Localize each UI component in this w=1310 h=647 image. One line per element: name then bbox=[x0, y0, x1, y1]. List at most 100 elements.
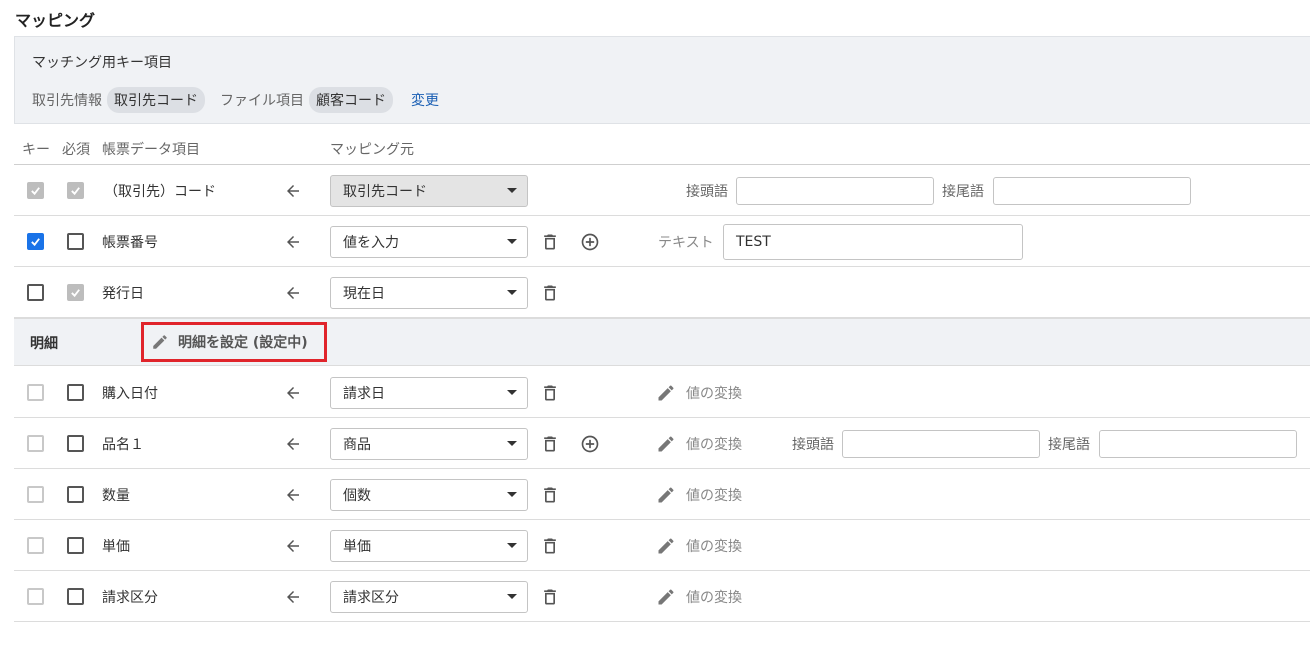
trash-icon[interactable] bbox=[540, 434, 560, 454]
value-convert-button[interactable]: 値の変換 bbox=[656, 536, 742, 556]
header-field: 帳票データ項目 bbox=[102, 142, 200, 158]
value-convert-label: 値の変換 bbox=[686, 487, 742, 504]
customer-code-chip: 顧客コード bbox=[309, 87, 393, 113]
value-convert-button[interactable]: 値の変換 bbox=[656, 485, 742, 505]
source-select-value: 商品 bbox=[343, 436, 371, 453]
key-checkbox[interactable] bbox=[27, 182, 44, 199]
chevron-down-icon bbox=[507, 239, 517, 244]
trash-icon[interactable] bbox=[540, 587, 560, 607]
required-checkbox[interactable] bbox=[67, 588, 84, 605]
field-name: （取引先）コード bbox=[104, 183, 216, 200]
detail-row: 購入日付 請求日 値の変換 bbox=[14, 367, 1310, 418]
chevron-down-icon bbox=[507, 390, 517, 395]
source-select-value: 現在日 bbox=[343, 285, 385, 302]
prefix-input[interactable] bbox=[842, 429, 1040, 458]
header-key: キー bbox=[22, 142, 50, 158]
field-name: 単価 bbox=[102, 538, 130, 555]
detail-row: 数量 個数 値の変換 bbox=[14, 469, 1310, 520]
header-required: 必須 bbox=[62, 142, 90, 158]
key-checkbox[interactable] bbox=[27, 284, 44, 301]
chevron-down-icon bbox=[507, 492, 517, 497]
required-checkbox[interactable] bbox=[67, 435, 84, 452]
chevron-down-icon bbox=[507, 594, 517, 599]
arrow-left-icon bbox=[287, 386, 299, 399]
arrow-left-icon bbox=[287, 590, 299, 603]
page-title: マッピング bbox=[15, 11, 96, 30]
arrow-left-icon bbox=[287, 184, 299, 197]
chevron-down-icon bbox=[507, 543, 517, 548]
table-row: （取引先）コード 取引先コード 接頭語 接尾語 bbox=[14, 165, 1310, 216]
source-select-value: 取引先コード bbox=[343, 183, 427, 200]
required-checkbox[interactable] bbox=[67, 537, 84, 554]
source-select[interactable]: 現在日 bbox=[330, 276, 528, 309]
source-select[interactable]: 取引先コード bbox=[330, 174, 528, 207]
suffix-label: 接尾語 bbox=[1048, 436, 1090, 453]
value-convert-label: 値の変換 bbox=[686, 436, 742, 453]
source-select[interactable]: 個数 bbox=[330, 478, 528, 511]
add-circle-icon[interactable] bbox=[580, 434, 600, 454]
arrow-left-icon bbox=[287, 235, 299, 248]
text-label: テキスト bbox=[658, 234, 714, 251]
trash-icon[interactable] bbox=[540, 536, 560, 556]
value-convert-label: 値の変換 bbox=[686, 538, 742, 555]
required-checkbox[interactable] bbox=[67, 182, 84, 199]
source-select[interactable]: 単価 bbox=[330, 529, 528, 562]
source-select[interactable]: 請求区分 bbox=[330, 580, 528, 613]
arrow-left-icon bbox=[287, 488, 299, 501]
arrow-left-icon bbox=[287, 437, 299, 450]
header-source: マッピング元 bbox=[330, 142, 414, 158]
value-convert-button[interactable]: 値の変換 bbox=[656, 587, 742, 607]
matching-key-row: 取引先情報 取引先コード ファイル項目 顧客コード 変更 bbox=[32, 87, 439, 113]
prefix-input[interactable] bbox=[736, 176, 934, 205]
value-convert-label: 値の変換 bbox=[686, 589, 742, 606]
source-select[interactable]: 商品 bbox=[330, 427, 528, 460]
value-convert-label: 値の変換 bbox=[686, 385, 742, 402]
suffix-input[interactable] bbox=[993, 176, 1191, 205]
required-checkbox[interactable] bbox=[67, 233, 84, 250]
table-row: 帳票番号 値を入力 テキスト TEST bbox=[14, 216, 1310, 267]
key-checkbox[interactable] bbox=[27, 384, 44, 401]
text-value-input[interactable]: TEST bbox=[723, 223, 1023, 260]
set-detail-button[interactable]: 明細を設定 (設定中) bbox=[141, 322, 327, 362]
chevron-down-icon bbox=[507, 290, 517, 295]
trash-icon[interactable] bbox=[540, 485, 560, 505]
partner-info-label: 取引先情報 bbox=[32, 93, 102, 109]
key-checkbox[interactable] bbox=[27, 537, 44, 554]
required-checkbox[interactable] bbox=[67, 486, 84, 503]
detail-row: 品名１ 商品 値の変換 接頭語 接尾語 bbox=[14, 418, 1310, 469]
pencil-icon bbox=[658, 486, 674, 502]
value-convert-button[interactable]: 値の変換 bbox=[656, 434, 742, 454]
chevron-down-icon bbox=[507, 188, 517, 193]
detail-row: 単価 単価 値の変換 bbox=[14, 520, 1310, 571]
key-checkbox[interactable] bbox=[27, 486, 44, 503]
source-select-value: 個数 bbox=[343, 487, 371, 504]
matching-key-title: マッチング用キー項目 bbox=[32, 55, 172, 71]
table-header: キー 必須 帳票データ項目 マッピング元 bbox=[14, 130, 1310, 165]
value-convert-button[interactable]: 値の変換 bbox=[656, 383, 742, 403]
chevron-down-icon bbox=[507, 441, 517, 446]
key-checkbox[interactable] bbox=[27, 233, 44, 250]
arrow-left-icon bbox=[287, 286, 299, 299]
trash-icon[interactable] bbox=[540, 232, 560, 252]
prefix-label: 接頭語 bbox=[792, 436, 834, 453]
required-checkbox[interactable] bbox=[67, 284, 84, 301]
trash-icon[interactable] bbox=[540, 383, 560, 403]
field-name: 購入日付 bbox=[102, 385, 158, 402]
source-select-value: 単価 bbox=[343, 538, 371, 555]
pencil-icon bbox=[658, 588, 674, 604]
suffix-input[interactable] bbox=[1099, 429, 1297, 458]
add-circle-icon[interactable] bbox=[580, 232, 600, 252]
suffix-label: 接尾語 bbox=[942, 183, 984, 200]
source-select[interactable]: 値を入力 bbox=[330, 225, 528, 258]
key-checkbox[interactable] bbox=[27, 435, 44, 452]
source-select-value: 請求日 bbox=[343, 385, 385, 402]
pencil-icon bbox=[658, 384, 674, 400]
trash-icon[interactable] bbox=[540, 283, 560, 303]
pencil-icon bbox=[658, 435, 674, 451]
change-link[interactable]: 変更 bbox=[411, 90, 439, 110]
detail-row: 請求区分 請求区分 値の変換 bbox=[14, 571, 1310, 622]
source-select[interactable]: 請求日 bbox=[330, 376, 528, 409]
source-select-value: 値を入力 bbox=[343, 234, 399, 251]
key-checkbox[interactable] bbox=[27, 588, 44, 605]
required-checkbox[interactable] bbox=[67, 384, 84, 401]
